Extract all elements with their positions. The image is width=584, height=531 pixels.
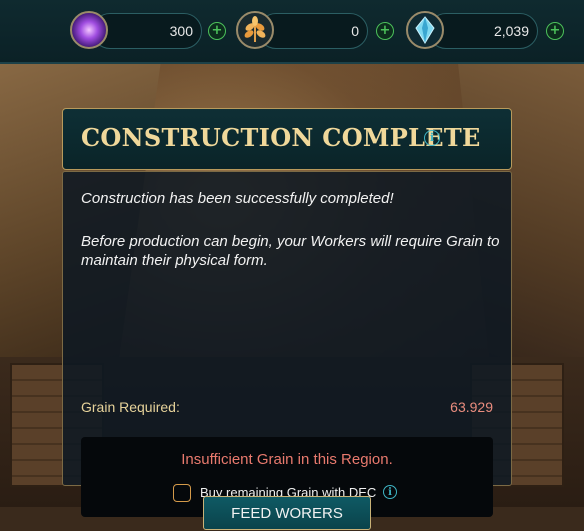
dialog-body: Construction has been successfully compl… — [62, 171, 512, 530]
grain-required-label: Grain Required: — [81, 399, 180, 415]
resource-crystal: 2,039 + — [406, 11, 566, 51]
resource-energy-value: 300 — [169, 23, 193, 39]
dialog-title: CONSTRUCTION COMPLETE — [81, 123, 481, 152]
buy-grain-checkbox[interactable] — [173, 484, 191, 502]
add-grain-button[interactable]: + — [376, 22, 394, 40]
construction-complete-dialog: CONSTRUCTION COMPLETE i Construction has… — [62, 108, 512, 530]
grain-leaf-icon — [236, 11, 274, 49]
blue-crystal-icon — [406, 11, 444, 49]
resource-grain-value: 0 — [351, 23, 359, 39]
add-energy-button[interactable]: + — [208, 22, 226, 40]
feed-workers-button[interactable]: FEED WORERS — [203, 496, 371, 530]
grain-required-value: 63.929 — [450, 399, 493, 415]
grain-requirement-message: Before production can begin, your Worker… — [81, 233, 500, 269]
purple-orb-icon — [70, 11, 108, 49]
dialog-header: CONSTRUCTION COMPLETE i — [62, 108, 512, 170]
info-icon[interactable]: i — [383, 485, 397, 499]
resource-energy: 300 + — [70, 11, 230, 51]
resource-bar: 300 + 0 + 2,039 + — [0, 0, 584, 64]
resource-pill: 300 — [92, 13, 202, 49]
resource-crystal-value: 2,039 — [493, 23, 529, 39]
resource-pill: 2,039 — [428, 13, 538, 49]
insufficient-grain-warning: Insufficient Grain in this Region. — [181, 451, 393, 468]
info-icon[interactable]: i — [424, 130, 440, 146]
resource-grain: 0 + — [236, 11, 396, 51]
completion-message: Construction has been successfully compl… — [81, 190, 394, 207]
resource-pill: 0 — [258, 13, 368, 49]
add-crystal-button[interactable]: + — [546, 22, 564, 40]
